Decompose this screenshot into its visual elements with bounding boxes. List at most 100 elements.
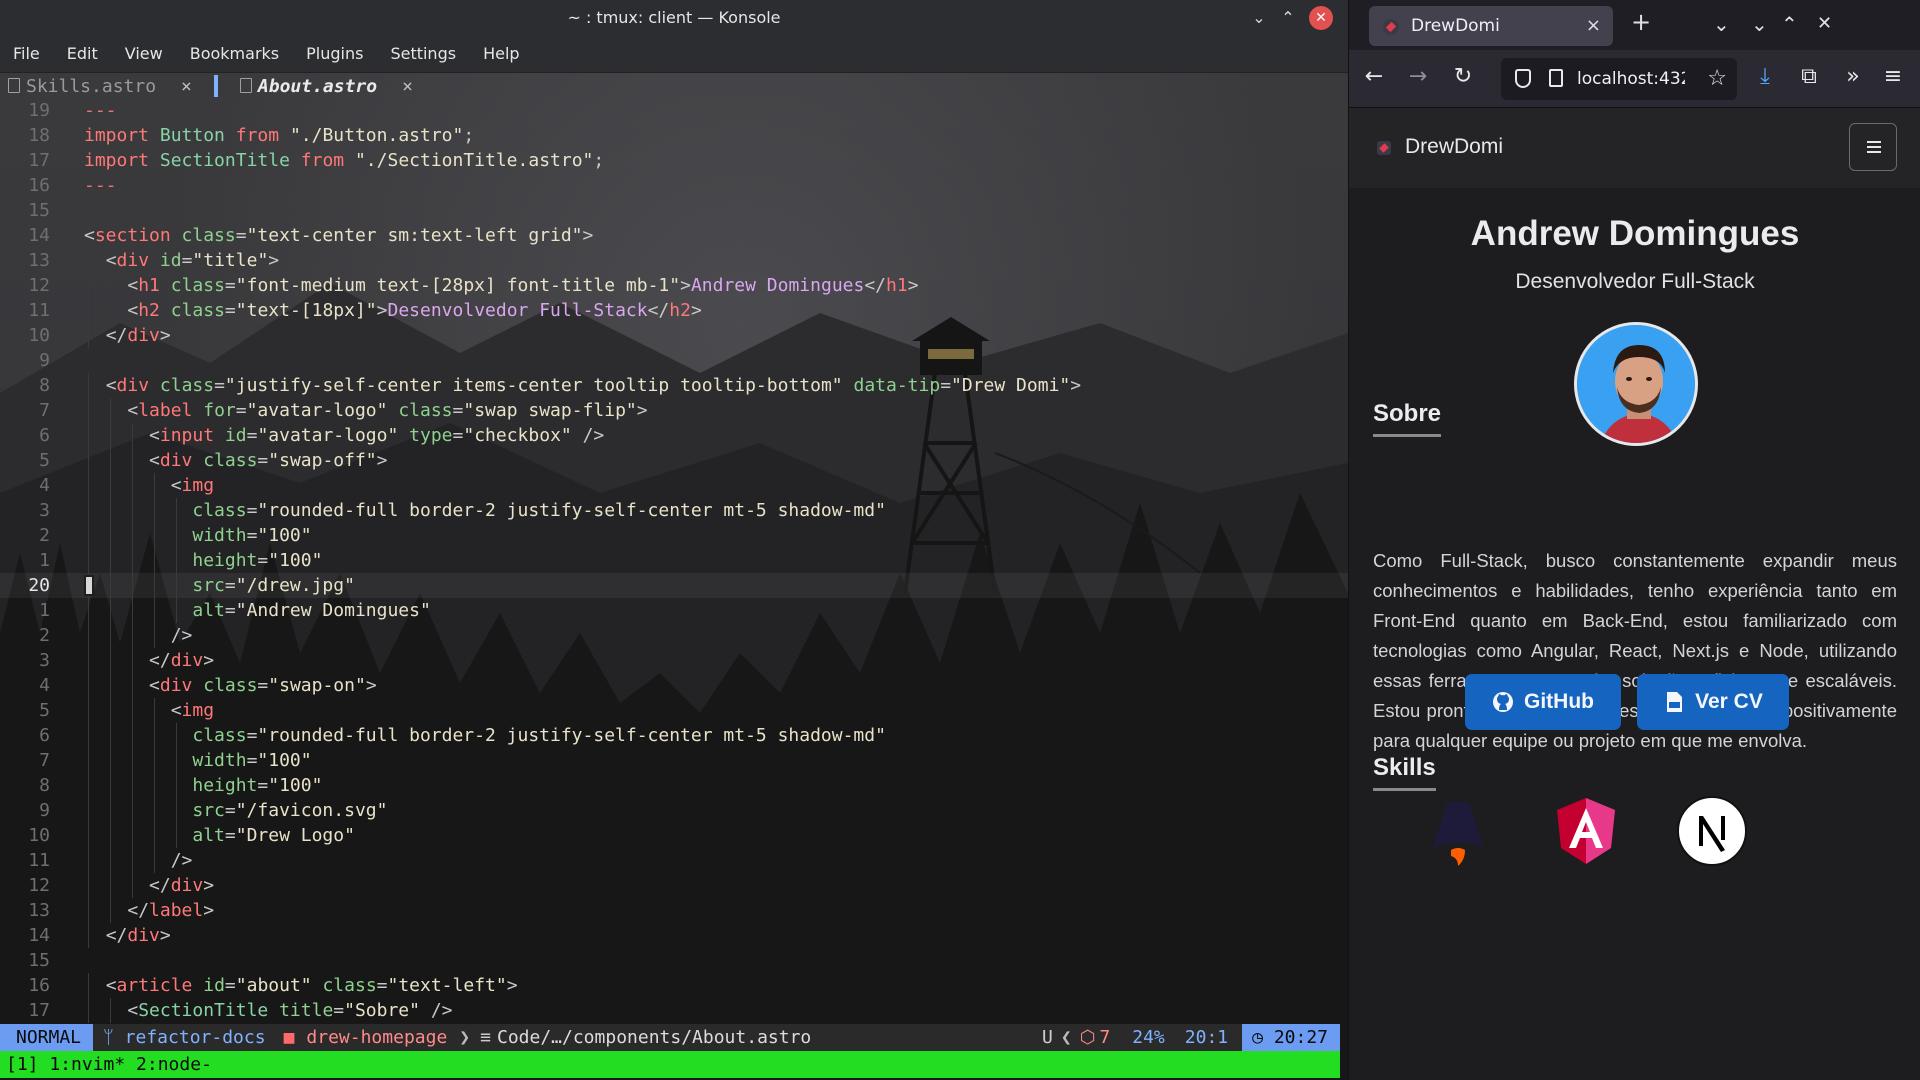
code-text[interactable]: <label for="avatar-logo" class="swap swa…: [84, 398, 647, 423]
tab-close-icon[interactable]: ×: [1586, 15, 1601, 36]
forward-icon[interactable]: →: [1404, 64, 1432, 89]
code-line[interactable]: 3 class="rounded-full border-2 justify-s…: [0, 498, 1348, 523]
code-line[interactable]: 10 </div>: [0, 323, 1348, 348]
menu-help[interactable]: Help: [483, 44, 519, 63]
code-line[interactable]: 10 alt="Drew Logo": [0, 823, 1348, 848]
code-line[interactable]: 17 import SectionTitle from "./SectionTit…: [0, 148, 1348, 173]
code-line[interactable]: 7 <label for="avatar-logo" class="swap s…: [0, 398, 1348, 423]
menu-view[interactable]: View: [125, 44, 163, 63]
code-line[interactable]: 9: [0, 348, 1348, 373]
tab-skills-astro[interactable]: Skills.astro ×: [0, 73, 200, 99]
code-line[interactable]: 2 width="100": [0, 523, 1348, 548]
hamburger-menu-button[interactable]: [1849, 123, 1897, 171]
code-line[interactable]: 12 <h1 class="font-medium text-[28px] fo…: [0, 273, 1348, 298]
new-tab-button[interactable]: +: [1631, 8, 1651, 36]
code-line[interactable]: 1 alt="Andrew Domingues": [0, 598, 1348, 623]
code-text[interactable]: <div class="justify-self-center items-ce…: [84, 373, 1081, 398]
url-text[interactable]: localhost:4321: [1577, 69, 1685, 89]
code-line[interactable]: 13 </label>: [0, 898, 1348, 923]
overflow-chevron-icon[interactable]: »: [1839, 64, 1867, 89]
terminal-area[interactable]: Skills.astro × About.astro × 19 --- 18 impo…: [0, 73, 1348, 1080]
tab-about-astro[interactable]: About.astro ×: [232, 73, 421, 99]
code-text[interactable]: </div>: [84, 323, 171, 348]
code-line[interactable]: 6 <input id="avatar-logo" type="checkbox…: [0, 423, 1348, 448]
code-text[interactable]: <input id="avatar-logo" type="checkbox" …: [84, 423, 604, 448]
code-line[interactable]: 1 height="100": [0, 548, 1348, 573]
code-line[interactable]: 18 import Button from "./Button.astro";: [0, 123, 1348, 148]
code-text[interactable]: </label>: [84, 898, 214, 923]
code-text[interactable]: <SectionTitle title="Sobre" />: [84, 998, 452, 1023]
code-line[interactable]: 14 </div>: [0, 923, 1348, 948]
code-line[interactable]: 19 ---: [0, 98, 1348, 123]
code-line[interactable]: 4 <div class="swap-on">: [0, 673, 1348, 698]
code-line[interactable]: 17 <SectionTitle title="Sobre" />: [0, 998, 1348, 1023]
code-text[interactable]: <h1 class="font-medium text-[28px] font-…: [84, 273, 918, 298]
list-tabs-icon[interactable]: ⌄: [1713, 12, 1730, 36]
code-line[interactable]: 11 />: [0, 848, 1348, 873]
brand-name[interactable]: DrewDomi: [1405, 135, 1503, 159]
code-line[interactable]: 5 <img: [0, 698, 1348, 723]
code-line[interactable]: 15: [0, 198, 1348, 223]
reload-icon[interactable]: ↻: [1449, 64, 1477, 89]
code-line[interactable]: 6 class="rounded-full border-2 justify-s…: [0, 723, 1348, 748]
shield-icon[interactable]: [1515, 69, 1531, 88]
code-text[interactable]: />: [84, 623, 193, 648]
code-line[interactable]: 8 height="100": [0, 773, 1348, 798]
code-line[interactable]: 4 <img: [0, 473, 1348, 498]
code-text[interactable]: />: [84, 848, 193, 873]
code-text[interactable]: ---: [84, 173, 117, 198]
code-line[interactable]: 13 <div id="title">: [0, 248, 1348, 273]
angular-logo-icon[interactable]: [1549, 794, 1623, 868]
menu-bookmarks[interactable]: Bookmarks: [190, 44, 279, 63]
code-text[interactable]: class="rounded-full border-2 justify-sel…: [84, 498, 886, 523]
minimize-icon[interactable]: ⌄: [1751, 12, 1768, 36]
code-line[interactable]: 3 </div>: [0, 648, 1348, 673]
code-line[interactable]: 7 width="100": [0, 748, 1348, 773]
extensions-icon[interactable]: ⧉: [1795, 64, 1823, 89]
code-text[interactable]: <h2 class="text-[18px]">Desenvolvedor Fu…: [84, 298, 701, 323]
code-text[interactable]: ---: [84, 98, 117, 123]
code-text[interactable]: </div>: [84, 873, 214, 898]
code-line[interactable]: 5 <div class="swap-off">: [0, 448, 1348, 473]
nextjs-logo-icon[interactable]: [1675, 794, 1749, 868]
browser-tab-drewdomi[interactable]: DrewDomi ×: [1369, 6, 1613, 46]
minimize-icon[interactable]: ⌄: [1247, 6, 1271, 30]
code-text[interactable]: <div class="swap-on">: [84, 673, 377, 698]
maximize-icon[interactable]: ⌃: [1781, 12, 1798, 36]
code-line[interactable]: 15: [0, 948, 1348, 973]
code-text[interactable]: <article id="about" class="text-left">: [84, 973, 518, 998]
code-line[interactable]: 12 </div>: [0, 873, 1348, 898]
code-text[interactable]: class="rounded-full border-2 justify-sel…: [84, 723, 886, 748]
code-line[interactable]: 2 />: [0, 623, 1348, 648]
code-buffer[interactable]: 19 --- 18 import Button from "./Button.astr…: [0, 98, 1348, 1023]
maximize-icon[interactable]: ⌃: [1276, 6, 1300, 30]
brand-logo-icon[interactable]: [1377, 141, 1391, 155]
back-icon[interactable]: ←: [1360, 64, 1388, 89]
code-text[interactable]: alt="Drew Logo": [84, 823, 355, 848]
app-menu-icon[interactable]: ≡: [1879, 64, 1907, 89]
code-text[interactable]: width="100": [84, 748, 311, 773]
code-text[interactable]: alt="Andrew Domingues": [84, 598, 430, 623]
tmux-statusbar[interactable]: [1] 1:nvim* 2:node-: [0, 1051, 1340, 1078]
code-line[interactable]: 11 <h2 class="text-[18px]">Desenvolvedor…: [0, 298, 1348, 323]
code-text[interactable]: </div>: [84, 648, 214, 673]
menu-settings[interactable]: Settings: [390, 44, 456, 63]
code-line[interactable]: 9 src="/favicon.svg": [0, 798, 1348, 823]
tab-close-icon[interactable]: ×: [402, 76, 413, 97]
menu-plugins[interactable]: Plugins: [306, 44, 363, 63]
tab-close-icon[interactable]: ×: [181, 76, 192, 97]
url-bar[interactable]: localhost:4321 ☆: [1501, 58, 1737, 100]
bookmark-star-icon[interactable]: ☆: [1707, 66, 1727, 91]
astro-logo-icon[interactable]: [1421, 794, 1495, 868]
page-icon[interactable]: [1549, 69, 1563, 87]
download-icon[interactable]: ⤓: [1751, 64, 1779, 89]
code-text[interactable]: height="100": [84, 773, 322, 798]
close-icon[interactable]: ✕: [1309, 6, 1333, 30]
code-line[interactable]: 20 src="/drew.jpg": [0, 573, 1348, 598]
code-line[interactable]: 16 <article id="about" class="text-left"…: [0, 973, 1348, 998]
view-cv-button[interactable]: Ver CV: [1637, 674, 1789, 730]
code-text[interactable]: height="100": [84, 548, 322, 573]
avatar[interactable]: [1574, 322, 1698, 446]
code-line[interactable]: 16 ---: [0, 173, 1348, 198]
github-button[interactable]: GitHub: [1465, 674, 1621, 730]
